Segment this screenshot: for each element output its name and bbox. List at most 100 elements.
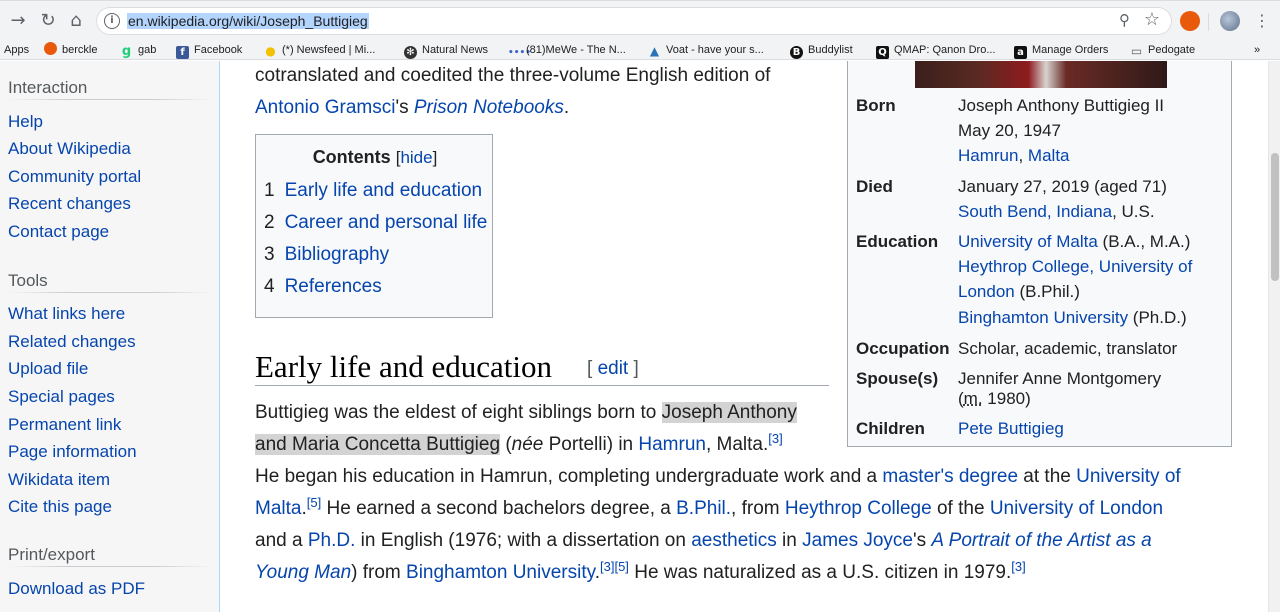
paragraph-line: Young Man) from Binghamton University.[3… [255,559,1026,583]
portrait-photo[interactable] [915,61,1167,88]
bookmark-pedogate[interactable]: ▭ Pedogate [1130,42,1195,58]
link-heythrop-college[interactable]: Heythrop College, University of [958,257,1192,276]
toolbar-divider [1208,13,1209,31]
address-bar[interactable]: i en.wikipedia.org/wiki/Joseph_Buttigieg… [96,7,1172,35]
bookmark-berckle[interactable]: berckle [44,42,97,58]
paragraph-line: and Maria Concetta Buttigieg (née Portel… [255,431,783,455]
link-binghamton-university[interactable]: Binghamton University [406,562,595,583]
sidebar-link-community-portal[interactable]: Community portal [8,167,141,187]
infobox-died-place: South Bend, Indiana, U.S. [958,202,1155,221]
portal-divider [8,566,212,567]
infobox-education: Binghamton University (Ph.D.) [958,308,1187,327]
sidebar-link-download-pdf[interactable]: Download as PDF [8,579,145,599]
sidebar-link-special-pages[interactable]: Special pages [8,387,115,407]
portal-divider [8,292,212,293]
infobox-education: Heythrop College, University of [958,254,1192,279]
info-icon[interactable]: i [104,13,120,29]
bookmark-apps[interactable]: Apps [4,42,29,58]
citation[interactable]: [3] [768,431,782,446]
sidebar-link-contact[interactable]: Contact page [8,222,109,242]
mewe-icon: •••• [508,48,532,58]
link-prison-notebooks[interactable]: Prison Notebooks [414,97,564,118]
section-heading: Early life and education [255,349,552,384]
link-malta[interactable]: Malta [1028,146,1070,165]
highlighted-text: Joseph Anthony [661,402,797,423]
bookmark-gab[interactable]: g gab [120,42,157,59]
sidebar-link-recent-changes[interactable]: Recent changes [8,194,131,214]
infobox-label-education: Education [856,232,939,251]
link-university-of-malta[interactable]: Malta [255,498,301,519]
home-icon[interactable]: ⌂ [64,9,88,33]
amazon-icon: a [1014,46,1027,59]
link-portrait-of-the-artist[interactable]: A Portrait of the Artist as a [931,530,1151,551]
citation[interactable]: [3] [1011,559,1025,574]
url-text[interactable]: en.wikipedia.org/wiki/Joseph_Buttigieg [127,13,369,29]
infobox-label-children: Children [856,419,925,438]
citation[interactable]: [5] [307,495,321,510]
link-aesthetics[interactable]: aesthetics [691,530,777,551]
bookmarks-more[interactable]: » [1254,42,1260,58]
sidebar-link-wikidata-item[interactable]: Wikidata item [8,470,110,490]
sidebar-link-cite-this-page[interactable]: Cite this page [8,497,112,517]
reload-icon[interactable]: ↻ [36,9,60,33]
gab-icon: g [121,44,132,59]
bookmark-voat[interactable]: ▲ Voat - have your s... [648,42,764,58]
link-phd[interactable]: Ph.D. [308,530,356,551]
page-scrollbar[interactable] [1268,61,1280,612]
bookmark-buddylist[interactable]: B Buddylist [790,42,853,59]
sidebar-link-page-information[interactable]: Page information [8,442,137,462]
link-bphil[interactable]: B.Phil. [676,498,731,519]
paragraph-line: He began his education in Hamrun, comple… [255,466,1181,487]
bookmark-qmap[interactable]: Q QMAP: Qanon Dro... [876,42,995,59]
menu-kebab-icon[interactable]: ⋮ [1250,9,1274,33]
link-heythrop-college[interactable]: Heythrop College [785,498,932,519]
brave-extension-icon[interactable] [1180,11,1200,31]
zoom-icon[interactable]: ⚲ [1119,11,1130,29]
bookmark-natural-news[interactable]: ✻ Natural News [404,42,488,59]
bookmark-facebook[interactable]: f Facebook [176,42,242,59]
link-masters-degree[interactable]: master's degree [882,466,1018,487]
infobox-label-spouse: Spouse(s) [856,369,939,388]
article-content: cotranslated and coedited the three-volu… [221,61,1268,612]
bookmark-newsfeed[interactable]: ● (*) Newsfeed | Mi... [264,42,375,58]
bookmark-mewe[interactable]: ••••(81)MeWe - The N... [508,42,626,58]
intro-line: cotranslated and coedited the three-volu… [255,65,771,86]
profile-avatar[interactable] [1220,11,1240,31]
sidebar-link-upload-file[interactable]: Upload file [8,359,88,379]
link-portrait-of-the-artist[interactable]: Young Man [255,562,351,583]
bookmarks-bar: Apps berckle g gab f Facebook ● (*) Newsfee… [0,40,1280,60]
toc-item[interactable]: 3 Bibliography [264,244,389,266]
edit-section-link[interactable]: edit [598,358,629,379]
sidebar-link-about[interactable]: About Wikipedia [8,139,131,159]
toc-item[interactable]: 2 Career and personal life [264,212,487,234]
link-james-joyce[interactable]: James Joyce [802,530,913,551]
link-antonio-gramsci[interactable]: Antonio Gramsci [255,97,395,118]
link-university-of-malta[interactable]: University of Malta [958,232,1098,251]
sidebar-link-help[interactable]: Help [8,112,43,132]
link-hamrun[interactable]: Hamrun [638,434,706,455]
link-binghamton-university[interactable]: Binghamton University [958,308,1128,327]
bookmark-star-icon[interactable]: ☆ [1144,9,1160,30]
link-university-of-malta[interactable]: University of [1076,466,1181,487]
toc-hide-link[interactable]: hide [400,148,432,167]
link-heythrop-college[interactable]: London [958,282,1015,301]
link-university-of-london[interactable]: University of London [990,498,1163,519]
citation[interactable]: [5] [614,559,628,574]
portal-heading-interaction: Interaction [8,78,88,97]
citation[interactable]: [3] [600,559,614,574]
link-south-bend[interactable]: South Bend, Indiana [958,202,1112,221]
sidebar-link-related-changes[interactable]: Related changes [8,332,136,352]
bookmark-manage-orders[interactable]: a Manage Orders [1014,42,1108,59]
toc-item[interactable]: 4 References [264,276,382,298]
toc-item[interactable]: 1 Early life and education [264,180,482,202]
link-pete-buttigieg[interactable]: Pete Buttigieg [958,419,1064,438]
facebook-icon: f [176,46,189,59]
forward-arrow-icon[interactable]: → [6,9,30,33]
infobox-born-place: Hamrun, Malta [958,146,1070,165]
scrollbar-thumb[interactable] [1271,153,1279,281]
link-hamrun[interactable]: Hamrun [958,146,1018,165]
sidebar-link-permanent-link[interactable]: Permanent link [8,415,121,435]
sidebar-link-what-links-here[interactable]: What links here [8,304,125,324]
buddylist-icon: B [790,46,803,59]
lightbulb-icon: ● [265,44,276,58]
